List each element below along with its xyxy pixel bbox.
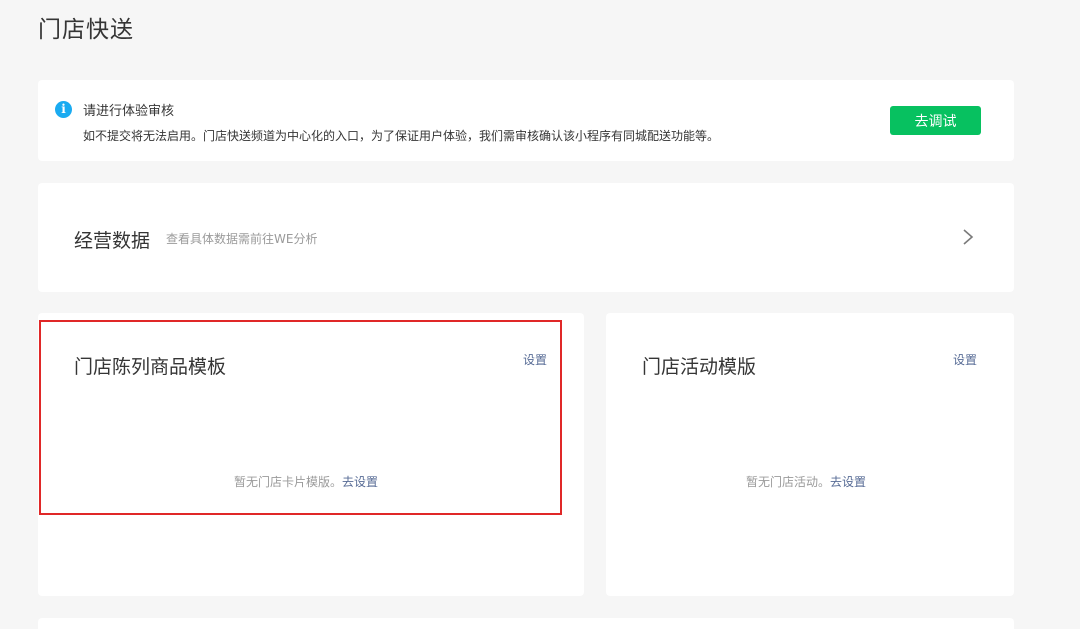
store-activity-template-title: 门店活动模版: [642, 356, 757, 378]
notice-description: 如不提交将无法启用。门店快送频道为中心化的入口，为了保证用户体验，我们需审核确认…: [83, 129, 720, 143]
store-display-template-empty-state: 暂无门店卡片模版。去设置: [234, 473, 378, 490]
store-display-template-title: 门店陈列商品模板: [74, 356, 227, 378]
bottom-card: [38, 618, 1014, 629]
empty-state-text: 暂无门店活动。: [746, 475, 831, 489]
operations-data-card[interactable]: 经营数据 查看具体数据需前往WE分析: [38, 183, 1014, 292]
operations-subtitle: 查看具体数据需前往WE分析: [166, 232, 318, 246]
store-display-template-card: 门店陈列商品模板 设置 暂无门店卡片模版。去设置: [38, 313, 584, 596]
go-setup-link[interactable]: 去设置: [830, 475, 866, 489]
store-activity-template-empty-state: 暂无门店活动。去设置: [746, 473, 866, 490]
empty-state-text: 暂无门店卡片模版。: [234, 475, 343, 489]
go-debug-button[interactable]: 去调试: [890, 106, 981, 135]
go-setup-link[interactable]: 去设置: [342, 475, 378, 489]
store-activity-template-card: 门店活动模版 设置 暂无门店活动。去设置: [606, 313, 1014, 596]
page-title: 门店快送: [38, 17, 134, 43]
chevron-right-icon[interactable]: [958, 227, 978, 247]
store-display-template-setting-link[interactable]: 设置: [523, 351, 547, 368]
notice-title: 请进行体验审核: [83, 104, 175, 119]
store-activity-template-setting-link[interactable]: 设置: [953, 351, 977, 368]
operations-title: 经营数据: [74, 230, 151, 252]
info-icon: i: [55, 101, 72, 118]
experience-review-notice: i 请进行体验审核 如不提交将无法启用。门店快送频道为中心化的入口，为了保证用户…: [38, 80, 1014, 161]
